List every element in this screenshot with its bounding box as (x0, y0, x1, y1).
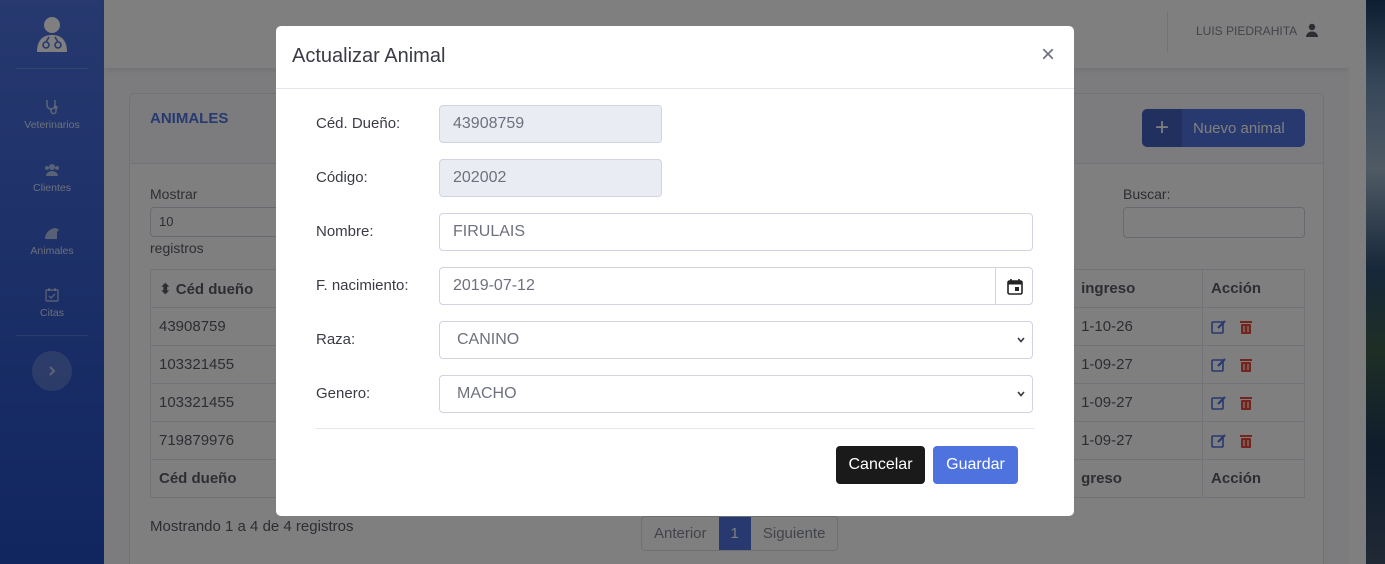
codigo-field[interactable]: 202002 (439, 159, 662, 197)
codigo-label: Código: (316, 169, 368, 186)
raza-value: CANINO (457, 331, 520, 348)
modal-divider (316, 428, 1034, 429)
ced-field[interactable]: 43908759 (439, 105, 662, 143)
close-icon[interactable]: × (1041, 43, 1055, 67)
update-animal-modal: Actualizar Animal × Céd. Dueño: 43908759… (276, 26, 1074, 516)
fnac-label: F. nacimiento: (316, 277, 409, 294)
genero-select[interactable]: MACHO (439, 375, 1033, 413)
calendar-icon (1006, 278, 1023, 295)
genero-label: Genero: (316, 385, 371, 402)
chevron-down-icon (1017, 337, 1025, 343)
modal-header: Actualizar Animal × (276, 26, 1074, 89)
raza-select[interactable]: CANINO (439, 321, 1033, 359)
raza-label: Raza: (316, 331, 356, 348)
cancel-button[interactable]: Cancelar (836, 446, 925, 484)
ced-label: Céd. Dueño: (316, 115, 401, 132)
fnac-value: 2019-07-12 (453, 277, 535, 294)
save-button[interactable]: Guardar (933, 446, 1018, 484)
genero-value: MACHO (457, 385, 517, 402)
chevron-down-icon (1017, 391, 1025, 397)
nombre-field[interactable]: FIRULAIS (439, 213, 1033, 251)
date-picker-button[interactable] (995, 268, 1033, 304)
fnac-field[interactable]: 2019-07-12 (439, 267, 1033, 305)
modal-title: Actualizar Animal (292, 45, 446, 67)
nombre-label: Nombre: (316, 223, 374, 240)
